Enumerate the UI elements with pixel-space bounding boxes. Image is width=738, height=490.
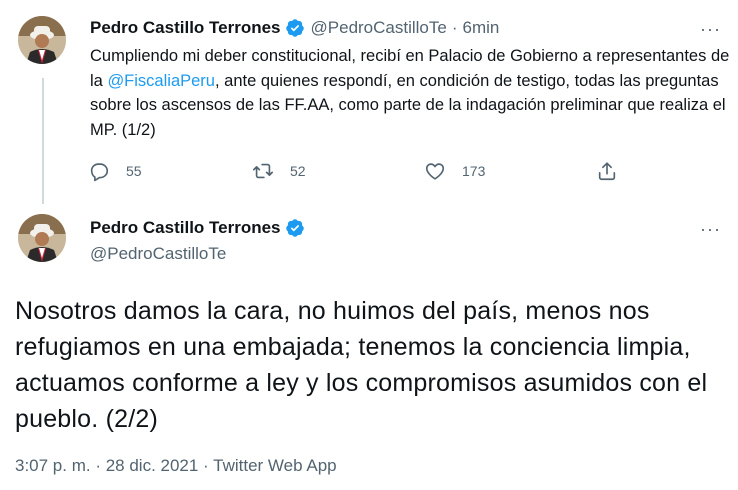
verified-badge-icon <box>285 219 304 237</box>
reply-count: 55 <box>126 163 142 179</box>
avatar[interactable] <box>18 16 66 64</box>
tweet-time[interactable]: 6min <box>463 18 500 38</box>
heart-icon <box>425 163 445 180</box>
more-options-icon[interactable]: ··· <box>700 220 721 238</box>
separator-dot: · <box>451 18 458 37</box>
author-name[interactable]: Pedro Castillo Terrones <box>90 18 281 38</box>
tweet2-text: Nosotros damos la cara, no huimos del pa… <box>15 297 708 433</box>
avatar-image <box>18 16 66 64</box>
tweet-timestamp-source[interactable]: 3:07 p. m. · 28 dic. 2021 · Twitter Web … <box>15 456 337 476</box>
retweet-count: 52 <box>290 163 306 179</box>
author-handle[interactable]: @PedroCastilloTe <box>90 244 226 264</box>
verified-badge-icon <box>285 19 304 37</box>
like-count: 173 <box>462 163 486 179</box>
share-icon <box>598 162 616 181</box>
author-handle[interactable]: @PedroCastilloTe <box>311 18 447 38</box>
like-button[interactable]: 173 <box>424 160 485 182</box>
retweet-button[interactable]: 52 <box>252 160 306 182</box>
avatar-image <box>18 214 66 262</box>
retweet-icon <box>253 163 273 179</box>
reply-icon <box>90 163 109 182</box>
share-button[interactable] <box>596 160 618 182</box>
tweet1-text: Cumpliendo mi deber constitucional, reci… <box>90 44 730 142</box>
thread-connector-line <box>42 78 44 204</box>
reply-button[interactable]: 55 <box>88 160 142 182</box>
tweet2-header: Pedro Castillo Terrones <box>90 218 305 238</box>
mention-link[interactable]: @FiscaliaPeru <box>107 72 215 90</box>
author-name[interactable]: Pedro Castillo Terrones <box>90 218 281 238</box>
tweet1-header: Pedro Castillo Terrones @PedroCastilloTe… <box>90 18 499 38</box>
avatar[interactable] <box>18 214 66 262</box>
more-options-icon[interactable]: ··· <box>700 20 721 38</box>
